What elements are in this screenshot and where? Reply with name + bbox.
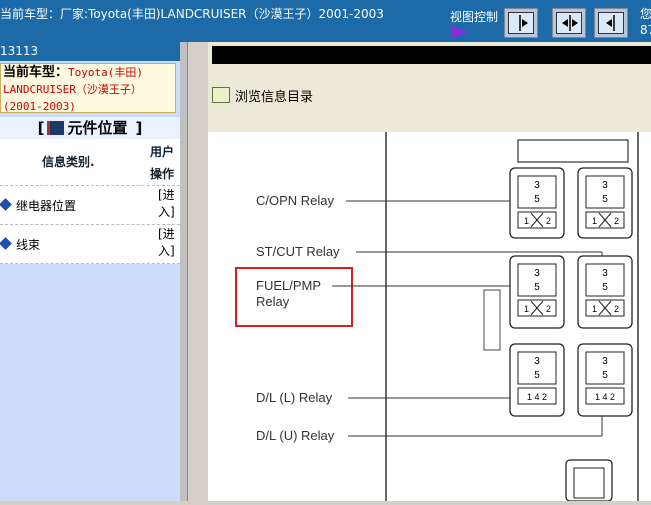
section-header: [元件位置]: [0, 117, 180, 139]
user-info: 您 87: [640, 7, 651, 37]
svg-text:5: 5: [534, 194, 540, 205]
arrow-left-icon: [606, 15, 615, 31]
relay-location-drawing: 3 5 1 2 3 5 1 2 3 5 1 2 3 5 1 2 3 5 1 4 …: [235, 132, 639, 502]
col-user-ops: 用户操作: [150, 145, 175, 181]
svg-text:2: 2: [614, 216, 619, 226]
section-title: 元件位置: [67, 119, 128, 137]
label-dl-l-relay: D/L (L) Relay: [256, 390, 333, 405]
svg-text:5: 5: [602, 194, 608, 205]
current-model-label: 当前车型：: [3, 65, 69, 80]
highlight-box: [235, 267, 353, 327]
svg-text:1 4 2: 1 4 2: [527, 392, 547, 402]
title-bar: 当前车型：厂家:Toyota(丰田)LANDCRUISER（沙漠王子）2001-…: [0, 0, 651, 42]
enter-link[interactable]: [进入]: [158, 226, 180, 260]
left-scrollbar[interactable]: [180, 42, 188, 501]
relay-copn-2: 3 5 1 2: [577, 167, 633, 239]
flag-icon: [452, 26, 468, 38]
browse-directory-link[interactable]: 浏览信息目录: [212, 86, 313, 105]
row-label: 继电器位置: [16, 199, 77, 213]
view-control-label: 视图控制: [450, 10, 499, 24]
svg-text:5: 5: [534, 282, 540, 293]
svg-text:1 4 2: 1 4 2: [595, 392, 615, 402]
relay-dl-2: 3 5 1 4 2: [577, 343, 633, 417]
relay-fuel-2: 3 5 1 2: [577, 255, 633, 329]
label-fuel-pmp: FUEL/PMP: [256, 278, 321, 293]
svg-text:3: 3: [602, 356, 608, 367]
split-arrows-icon: [562, 15, 578, 31]
svg-text:1: 1: [592, 304, 597, 314]
view-right-button[interactable]: [504, 8, 538, 38]
table-header: 信息类别. 用户操作: [0, 139, 180, 186]
view-left-button[interactable]: [594, 8, 628, 38]
right-panel: 浏览信息目录 3 5 1 2 3 5 1 2 3 5 1 2 3 5 1 2 3…: [208, 42, 651, 502]
label-stcut-relay: ST/CUT Relay: [256, 244, 340, 259]
table-row: 线束 [进入]: [0, 225, 180, 264]
svg-text:1: 1: [524, 304, 529, 314]
model-years: (2001-2003): [3, 100, 76, 113]
svg-text:5: 5: [602, 282, 608, 293]
enter-link[interactable]: [进入]: [158, 187, 180, 221]
book-icon: [47, 121, 65, 135]
col-category: 信息类别.: [42, 155, 95, 169]
svg-text:2: 2: [546, 216, 551, 226]
svg-text:3: 3: [534, 356, 540, 367]
label-copn-relay: C/OPN Relay: [256, 193, 335, 208]
model-name: LANDCRUISER（沙漠王子）: [3, 83, 142, 96]
svg-text:1: 1: [592, 216, 597, 226]
svg-text:5: 5: [602, 370, 608, 381]
svg-text:2: 2: [546, 304, 551, 314]
relay-dl-1: 3 5 1 4 2: [509, 343, 565, 417]
relay-copn-1: 3 5 1 2: [509, 167, 565, 239]
model-make: Toyota(丰田): [68, 66, 143, 79]
relay-diagram: 3 5 1 2 3 5 1 2 3 5 1 2 3 5 1 2 3 5 1 4 …: [208, 132, 651, 502]
current-model-box: 当前车型：Toyota(丰田) LANDCRUISER（沙漠王子） (2001-…: [0, 63, 176, 113]
label-fuel-pmp-relay: Relay: [256, 294, 290, 309]
record-id: 13113: [0, 42, 180, 61]
svg-text:3: 3: [602, 180, 608, 191]
svg-text:3: 3: [534, 268, 540, 279]
view-split-button[interactable]: [552, 8, 586, 38]
relay-fuel-1: 3 5 1 2: [509, 255, 565, 329]
svg-text:5: 5: [534, 370, 540, 381]
diamond-icon: [0, 237, 12, 250]
browse-label: 浏览信息目录: [235, 90, 314, 105]
header-bar: [212, 46, 651, 64]
table-row: 继电器位置 [进入]: [0, 186, 180, 225]
pane-splitter[interactable]: [180, 42, 208, 501]
svg-text:1: 1: [524, 216, 529, 226]
svg-text:3: 3: [534, 180, 540, 191]
info-table: 信息类别. 用户操作 继电器位置 [进入] 线束 [进入]: [0, 139, 180, 264]
row-label: 线束: [16, 238, 41, 252]
arrow-right-icon: [519, 15, 528, 31]
magnifier-icon: [212, 87, 230, 103]
left-panel: 13113 当前车型：Toyota(丰田) LANDCRUISER（沙漠王子） …: [0, 42, 180, 501]
diamond-icon: [0, 198, 12, 211]
current-model-title: 当前车型：厂家:Toyota(丰田)LANDCRUISER（沙漠王子）2001-…: [0, 7, 384, 21]
svg-text:2: 2: [614, 304, 619, 314]
label-dl-u-relay: D/L (U) Relay: [256, 428, 335, 443]
svg-text:3: 3: [602, 268, 608, 279]
